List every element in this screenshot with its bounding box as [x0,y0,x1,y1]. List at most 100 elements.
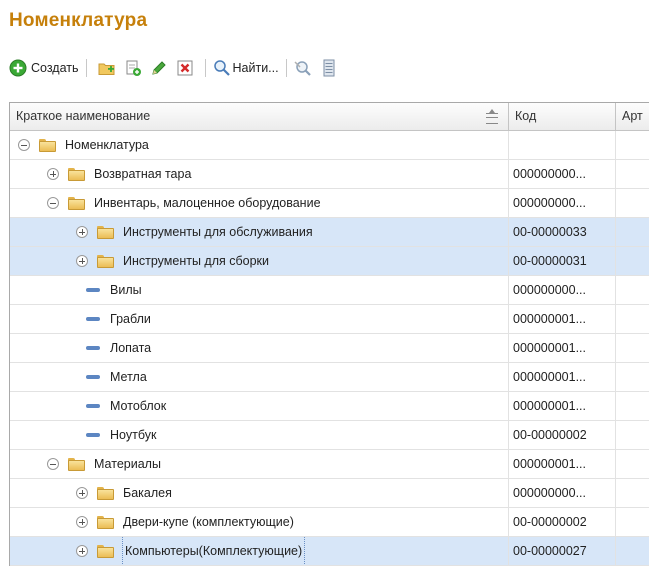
article-cell[interactable] [616,189,649,217]
name-cell[interactable]: Грабли [10,305,509,333]
cancel-search-button[interactable] [294,57,316,79]
column-header-name[interactable]: Краткое наименование [10,103,509,130]
code-cell[interactable]: 00-00000002 [509,508,616,536]
name-cell[interactable]: Инструменты для обслуживания [10,218,509,246]
code-cell[interactable] [509,131,616,159]
delete-button[interactable] [172,57,198,79]
column-header-article[interactable]: Арт [616,103,649,130]
name-cell[interactable]: Бакалея [10,479,509,507]
column-header-article-label: Арт [622,109,643,123]
name-cell[interactable]: Материалы [10,450,509,478]
edit-button[interactable] [146,57,172,79]
expand-icon[interactable] [76,545,88,557]
code-cell[interactable]: 000000001... [509,334,616,362]
code-cell[interactable]: 000000001... [509,450,616,478]
code-cell[interactable]: 00-00000027 [509,537,616,565]
find-button[interactable]: Найти... [213,57,279,79]
row-name: Возвратная тара [94,167,192,181]
article-cell[interactable] [616,363,649,391]
edit-pencil-icon [151,61,166,75]
copy-button[interactable] [120,57,146,79]
code-cell[interactable]: 000000001... [509,305,616,333]
code-cell[interactable]: 000000000... [509,276,616,304]
article-cell[interactable] [616,508,649,536]
name-cell[interactable]: Инвентарь, малоценное оборудование [10,189,509,217]
name-cell[interactable]: Компьютеры(Комплектующие) [10,537,509,565]
name-cell[interactable]: Двери-купе (комплектующие) [10,508,509,536]
expand-icon[interactable] [76,255,88,267]
collapse-icon[interactable] [47,197,59,209]
row-name: Метла [110,370,147,384]
table-row[interactable]: Метла 000000001... [10,363,649,392]
page-title: Номенклатура [9,10,148,31]
row-name: Компьютеры(Комплектующие) [121,537,306,565]
nomenclature-table[interactable]: Краткое наименование Код Арт Номенклатур… [9,102,649,566]
expand-icon[interactable] [47,168,59,180]
row-name: Ноутбук [110,428,157,442]
folder-icon [39,138,56,152]
column-header-name-label: Краткое наименование [16,109,151,123]
article-cell[interactable] [616,421,649,449]
name-cell[interactable]: Возвратная тара [10,160,509,188]
table-row[interactable]: Ноутбук 00-00000002 [10,421,649,450]
table-row[interactable]: Грабли 000000001... [10,305,649,334]
name-cell[interactable]: Инструменты для сборки [10,247,509,275]
row-name: Лопата [110,341,152,355]
code-cell[interactable]: 000000001... [509,363,616,391]
column-header-code[interactable]: Код [509,103,616,130]
toolbar: Создать Найти... [9,56,342,80]
code-cell[interactable]: 000000000... [509,479,616,507]
table-row[interactable]: Возвратная тара 000000000... [10,160,649,189]
table-row[interactable]: Двери-купе (комплектующие) 00-00000002 [10,508,649,537]
article-cell[interactable] [616,392,649,420]
name-cell[interactable]: Лопата [10,334,509,362]
collapse-icon[interactable] [18,139,30,151]
article-cell[interactable] [616,479,649,507]
table-row[interactable]: Мотоблок 000000001... [10,392,649,421]
article-cell[interactable] [616,450,649,478]
list-mode-button[interactable] [316,57,342,79]
table-row[interactable]: Материалы 000000001... [10,450,649,479]
table-row[interactable]: Инструменты для сборки 00-00000031 [10,247,649,276]
code-cell[interactable]: 00-00000002 [509,421,616,449]
expand-icon[interactable] [76,487,88,499]
name-cell[interactable]: Номенклатура [10,131,509,159]
expand-icon[interactable] [76,226,88,238]
article-cell[interactable] [616,131,649,159]
article-cell[interactable] [616,276,649,304]
create-button[interactable]: Создать [9,57,79,79]
sort-icon [486,109,498,124]
article-cell[interactable] [616,160,649,188]
item-icon [86,375,100,379]
table-row[interactable]: Инструменты для обслуживания 00-00000033 [10,218,649,247]
new-folder-button[interactable] [94,57,120,79]
collapse-icon[interactable] [47,458,59,470]
code-cell[interactable]: 00-00000031 [509,247,616,275]
row-name: Двери-купе (комплектующие) [123,515,294,529]
name-cell[interactable]: Метла [10,363,509,391]
article-cell[interactable] [616,247,649,275]
expand-icon[interactable] [76,516,88,528]
article-cell[interactable] [616,218,649,246]
article-cell[interactable] [616,537,649,565]
table-row[interactable]: Бакалея 000000000... [10,479,649,508]
code-cell[interactable]: 000000000... [509,189,616,217]
name-cell[interactable]: Ноутбук [10,421,509,449]
table-row[interactable]: Лопата 000000001... [10,334,649,363]
code-cell[interactable]: 000000000... [509,160,616,188]
code-cell[interactable]: 00-00000033 [509,218,616,246]
article-cell[interactable] [616,334,649,362]
table-row[interactable]: Компьютеры(Комплектующие) 00-00000027 [10,537,649,566]
list-icon [323,59,335,77]
name-cell[interactable]: Вилы [10,276,509,304]
delete-x-icon [177,60,193,76]
code-cell[interactable]: 000000001... [509,392,616,420]
table-row[interactable]: Инвентарь, малоценное оборудование 000000… [10,189,649,218]
article-cell[interactable] [616,305,649,333]
table-body: Номенклатура Возвратная тара 000000000... И… [10,131,649,566]
column-header-code-label: Код [515,109,537,123]
table-row[interactable]: Вилы 000000000... [10,276,649,305]
table-row[interactable]: Номенклатура [10,131,649,160]
name-cell[interactable]: Мотоблок [10,392,509,420]
folder-icon [97,225,114,239]
